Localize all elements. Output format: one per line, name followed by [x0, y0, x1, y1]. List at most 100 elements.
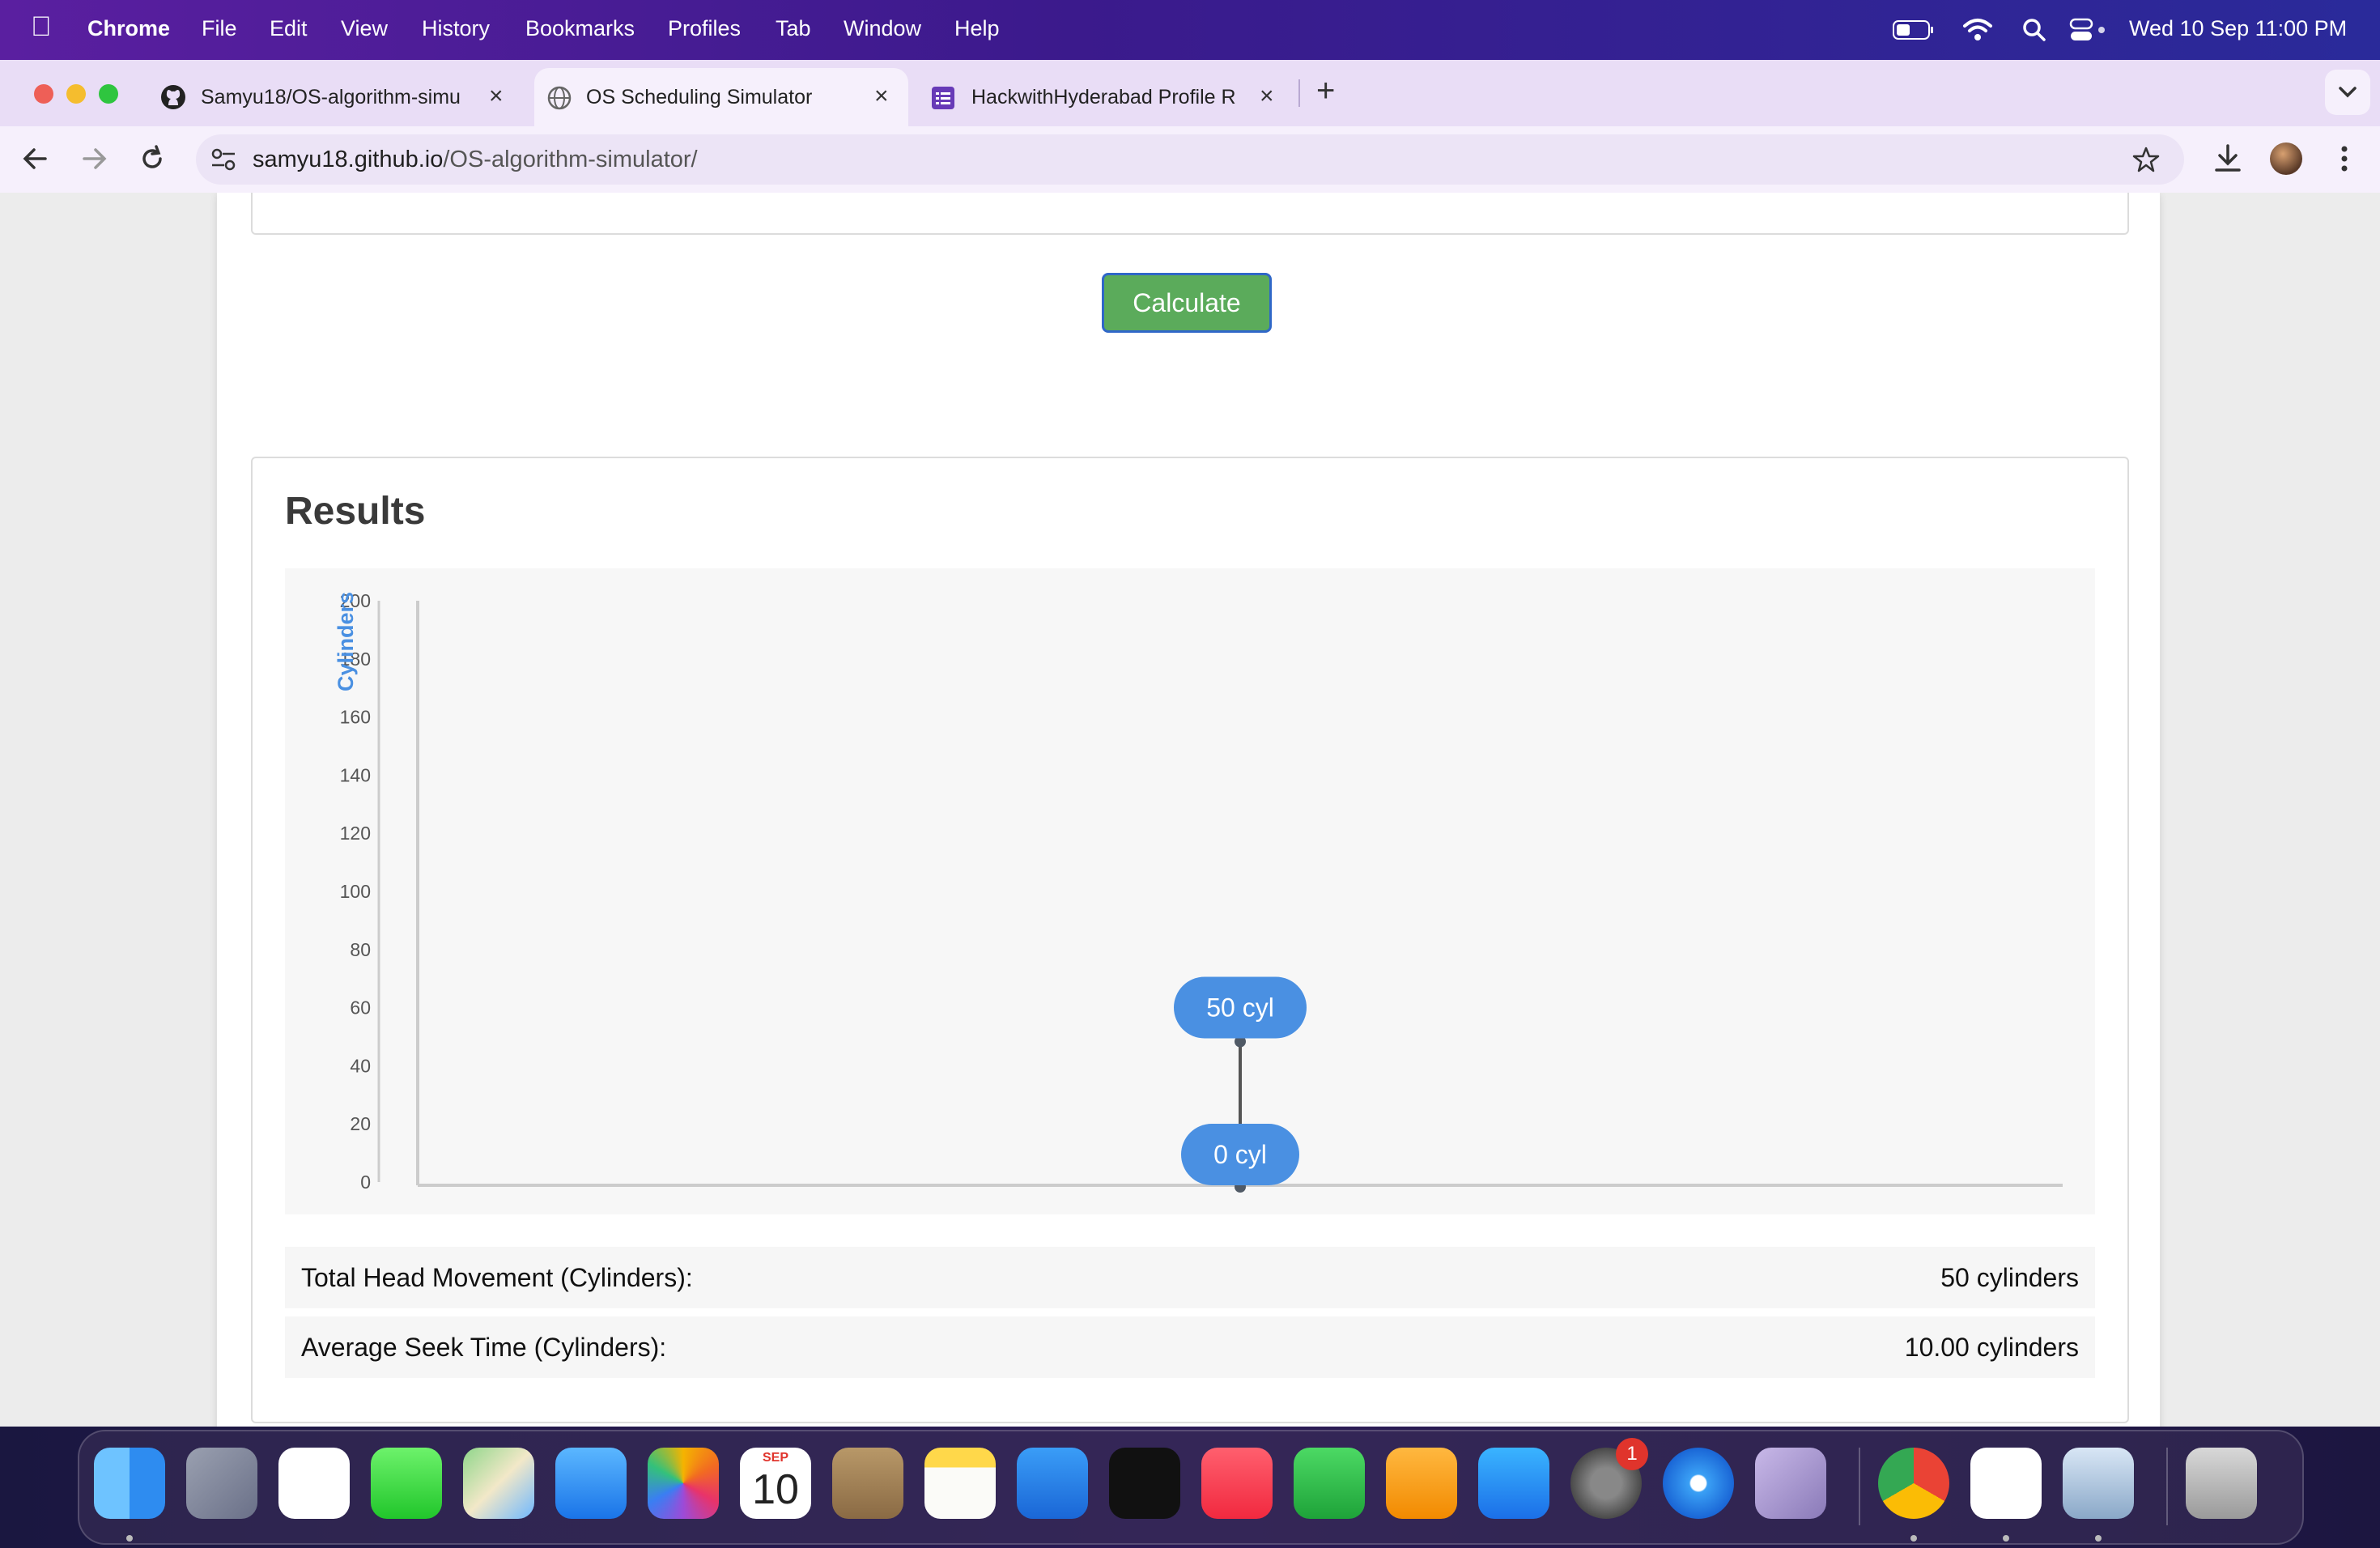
notes-icon[interactable]	[924, 1448, 996, 1519]
menu-edit[interactable]: Edit	[270, 16, 308, 41]
seek-chart-svg: 020406080100120140160180200Cylinders50 c…	[334, 590, 2063, 1193]
menu-profiles[interactable]: Profiles	[668, 16, 741, 41]
tab-strip: Samyu18/OS-algorithm-simul × OS Scheduli…	[0, 60, 2380, 126]
seek-point-label: 0 cyl	[1213, 1140, 1267, 1169]
y-tick-label: 20	[350, 1113, 371, 1134]
menu-window[interactable]: Window	[844, 16, 921, 41]
calendar-day: 10	[752, 1466, 799, 1513]
tab-title: HackwithHyderabad Profile R	[971, 86, 1236, 108]
contacts-icon[interactable]	[832, 1448, 903, 1519]
more-menu-icon[interactable]	[2327, 141, 2362, 176]
trash-icon[interactable]	[2186, 1448, 2257, 1519]
keynote-icon[interactable]	[1017, 1448, 1088, 1519]
spotlight-search-icon[interactable]	[2022, 18, 2046, 42]
safari-icon[interactable]	[1663, 1448, 1734, 1519]
app-store-icon[interactable]	[1478, 1448, 1549, 1519]
metric-label: Total Head Movement (Cylinders):	[301, 1263, 693, 1292]
y-tick-label: 60	[350, 997, 371, 1019]
tab-hackwithhyderabad[interactable]: HackwithHyderabad Profile R ×	[918, 68, 1290, 126]
control-center-icon[interactable]	[2069, 18, 2108, 42]
toolbar: samyu18.github.io/OS-algorithm-simulator…	[0, 126, 2380, 193]
menu-history[interactable]: History	[422, 16, 490, 41]
forms-icon	[932, 87, 954, 109]
close-tab-icon[interactable]: ×	[874, 83, 889, 110]
pages-icon[interactable]	[1386, 1448, 1457, 1519]
running-indicator	[1910, 1535, 1917, 1542]
menu-app-name[interactable]: Chrome	[87, 16, 170, 41]
launchpad-icon[interactable]	[186, 1448, 257, 1519]
url-host: samyu18.github.io	[253, 147, 444, 172]
apple-icon[interactable]: 	[31, 11, 52, 43]
preview-icon[interactable]	[2063, 1448, 2134, 1519]
metric-value: 50 cylinders	[1940, 1263, 2079, 1292]
reminders-icon[interactable]	[278, 1448, 350, 1519]
menu-help[interactable]: Help	[954, 16, 1000, 41]
y-tick-label: 120	[340, 823, 371, 844]
close-tab-icon[interactable]: ×	[489, 83, 504, 110]
y-tick-label: 160	[340, 707, 371, 728]
menu-tab[interactable]: Tab	[776, 16, 811, 41]
iphone-mirroring-icon[interactable]	[1755, 1448, 1826, 1519]
y-tick-label: 100	[340, 881, 371, 902]
simulator-card: Calculate Results 0 20 40 60 80 100 120 140 160 1…	[217, 193, 2160, 1427]
back-icon[interactable]	[18, 141, 53, 176]
metric-average-seek-time: Average Seek Time (Cylinders): 10.00 cyl…	[285, 1316, 2095, 1378]
reload-icon[interactable]	[134, 141, 170, 176]
y-tick-label: 0	[360, 1172, 371, 1193]
tab-search-button[interactable]	[2325, 70, 2370, 115]
calendar-month: SEP	[762, 1451, 788, 1465]
menu-file[interactable]: File	[202, 16, 237, 41]
zoom-window-icon[interactable]	[99, 84, 118, 104]
y-tick-label: 140	[340, 764, 371, 785]
numbers-icon[interactable]	[1294, 1448, 1365, 1519]
system-settings-icon[interactable]: 1	[1570, 1438, 1648, 1519]
tab-github[interactable]: Samyu18/OS-algorithm-simul ×	[151, 68, 523, 126]
close-tab-icon[interactable]: ×	[1260, 83, 1274, 110]
music-icon[interactable]	[1201, 1448, 1273, 1519]
new-tab-icon[interactable]: +	[1316, 73, 1335, 109]
battery-icon[interactable]	[1893, 19, 1935, 40]
results-title: Results	[285, 490, 426, 533]
github-icon	[161, 85, 185, 109]
vscode-icon[interactable]	[1970, 1448, 2042, 1519]
tab-os-simulator[interactable]: OS Scheduling Simulator ×	[534, 68, 908, 126]
tab-divider	[1298, 79, 1300, 107]
metric-total-head-movement: Total Head Movement (Cylinders): 50 cyli…	[285, 1247, 2095, 1308]
menu-bookmarks[interactable]: Bookmarks	[525, 16, 635, 41]
photos-icon[interactable]	[648, 1448, 719, 1519]
menu-datetime[interactable]: Wed 10 Sep 11:00 PM	[2129, 16, 2347, 41]
minimize-window-icon[interactable]	[66, 84, 86, 104]
results-section: Results 0 20 40 60 80 100 120 140 160 180 200 Cylin…	[251, 457, 2129, 1423]
url-path: /OS-algorithm-simulator/	[443, 147, 698, 172]
site-info-icon[interactable]	[210, 147, 236, 172]
page-viewport[interactable]: Calculate Results 0 20 40 60 80 100 120 140 160 1…	[0, 193, 2380, 1427]
y-axis-label: Cylinders	[334, 592, 358, 691]
dock-separator	[1859, 1448, 1860, 1525]
finder-icon[interactable]	[94, 1448, 165, 1519]
download-icon[interactable]	[2210, 141, 2246, 176]
maps-icon[interactable]	[463, 1448, 534, 1519]
input-section-box	[251, 193, 2129, 235]
settings-badge: 1	[1616, 1438, 1648, 1470]
menu-view[interactable]: View	[341, 16, 388, 41]
globe-icon	[547, 86, 572, 110]
calculate-button[interactable]: Calculate	[1102, 273, 1272, 333]
calendar-icon[interactable]: SEP 10	[740, 1448, 811, 1519]
messages-icon[interactable]	[371, 1448, 442, 1519]
running-indicator	[2095, 1535, 2102, 1542]
tab-title: Samyu18/OS-algorithm-simul	[201, 86, 460, 108]
dock-area: SEP 10 1	[0, 1427, 2380, 1548]
tv-icon[interactable]	[1109, 1448, 1180, 1519]
seek-point-label: 50 cyl	[1206, 993, 1274, 1023]
url-text[interactable]: samyu18.github.io/OS-algorithm-simulator…	[253, 147, 698, 173]
bookmark-star-icon[interactable]	[2132, 146, 2160, 173]
wifi-icon[interactable]	[1962, 16, 1993, 42]
menu-bar:  Chrome File Edit View History Bookmark…	[0, 0, 2380, 60]
y-tick-label: 40	[350, 1055, 371, 1076]
mail-icon[interactable]	[555, 1448, 627, 1519]
address-bar[interactable]: samyu18.github.io/OS-algorithm-simulator…	[196, 134, 2184, 185]
profile-avatar[interactable]	[2270, 142, 2302, 175]
chrome-icon[interactable]	[1878, 1448, 1949, 1519]
forward-icon[interactable]	[76, 141, 112, 176]
close-window-icon[interactable]	[34, 84, 53, 104]
